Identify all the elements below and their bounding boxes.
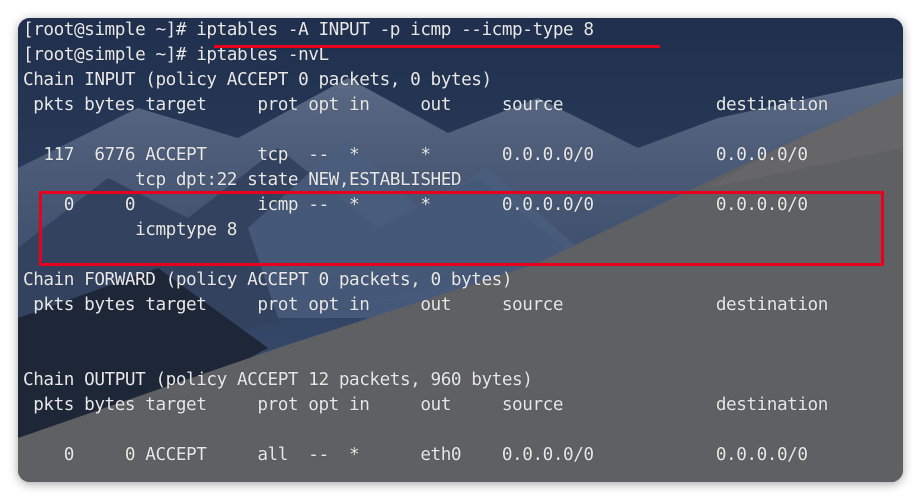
- chain-input-header: Chain INPUT (policy ACCEPT 0 packets, 0 …: [23, 70, 492, 90]
- column-headers: pkts bytes target prot opt in out source…: [23, 95, 828, 115]
- chain-output-header: Chain OUTPUT (policy ACCEPT 12 packets, …: [23, 370, 533, 390]
- red-underline-annotation: [214, 45, 660, 48]
- red-box-annotation: [39, 191, 884, 266]
- rule-row-accept-tcp: 117 6776 ACCEPT tcp -- * * 0.0.0.0/0 0.0…: [23, 145, 808, 165]
- rule-row-accept-all: 0 0 ACCEPT all -- * eth0 0.0.0.0/0 0.0.0…: [23, 445, 808, 465]
- rule-row-detail: tcp dpt:22 state NEW,ESTABLISHED: [23, 170, 462, 190]
- chain-forward-header: Chain FORWARD (policy ACCEPT 0 packets, …: [23, 270, 513, 290]
- column-headers: pkts bytes target prot opt in out source…: [23, 395, 828, 415]
- column-headers: pkts bytes target prot opt in out source…: [23, 295, 828, 315]
- command-line-append-rule: [root@simple ~]# iptables -A INPUT -p ic…: [23, 20, 594, 40]
- terminal-window[interactable]: [root@simple ~]# iptables -A INPUT -p ic…: [18, 18, 903, 482]
